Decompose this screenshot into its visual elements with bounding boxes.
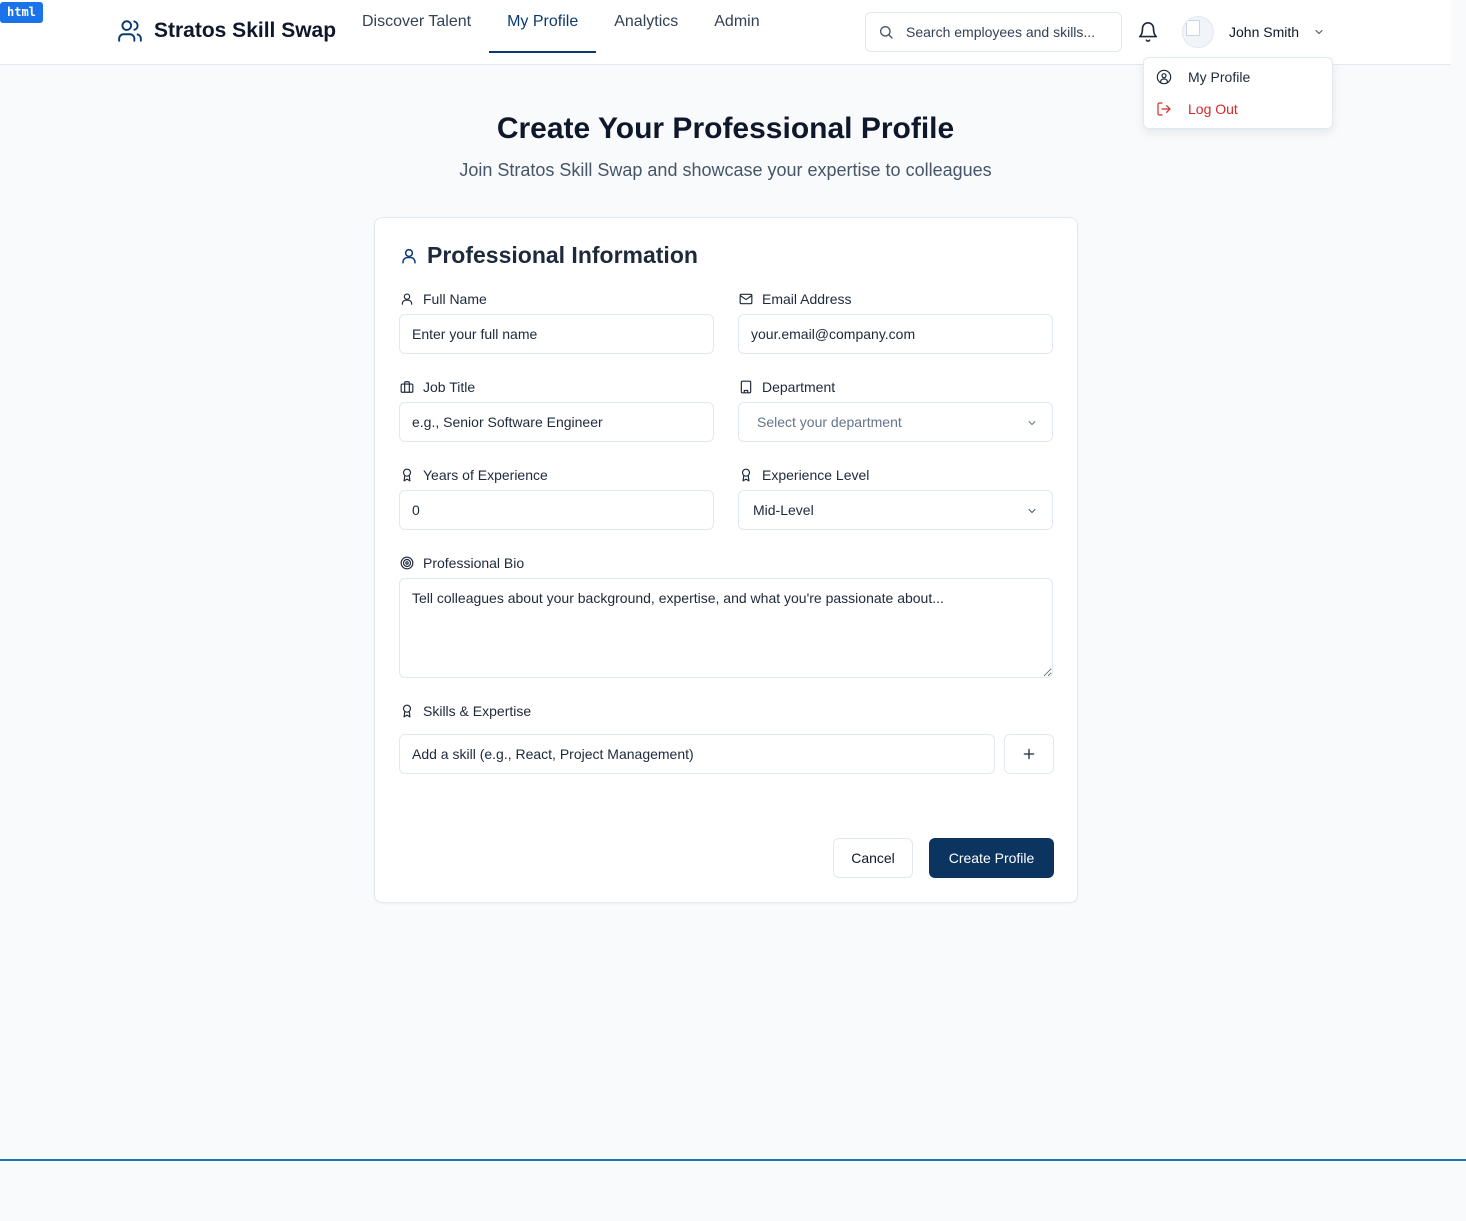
avatar[interactable] xyxy=(1182,16,1214,48)
search-input[interactable] xyxy=(906,24,1106,40)
level-label: Experience Level xyxy=(739,467,869,483)
award-icon xyxy=(402,468,412,482)
skill-input[interactable] xyxy=(399,734,995,774)
chevron-down-icon[interactable] xyxy=(1313,26,1325,38)
building-icon xyxy=(740,380,752,394)
log-out-icon xyxy=(1157,102,1171,116)
search-box xyxy=(865,12,1122,52)
job-title-label-text: Job Title xyxy=(423,379,476,395)
brand-name: Stratos Skill Swap xyxy=(154,19,337,42)
user-icon xyxy=(402,248,416,263)
top-header: Stratos Skill Swap Discover Talent My Pr… xyxy=(0,0,1451,65)
nav-my-profile[interactable]: My Profile xyxy=(489,0,597,53)
add-skill-button[interactable] xyxy=(1004,734,1054,774)
bell-icon[interactable] xyxy=(1137,21,1159,43)
chevron-down-icon xyxy=(1028,509,1036,513)
menu-label-my-profile: My Profile xyxy=(1188,69,1251,85)
email-field[interactable] xyxy=(738,314,1053,354)
page: Stratos Skill Swap Discover Talent My Pr… xyxy=(0,0,1466,1221)
cancel-button[interactable]: Cancel xyxy=(833,838,913,878)
department-select[interactable]: Select your department xyxy=(738,402,1053,442)
nav-admin[interactable]: Admin xyxy=(696,0,777,53)
department-placeholder: Select your department xyxy=(757,414,902,430)
chevron-down-icon xyxy=(1028,421,1036,425)
bottom-divider xyxy=(0,1159,1466,1161)
brand[interactable]: Stratos Skill Swap xyxy=(117,18,336,44)
skills-label-text: Skills & Expertise xyxy=(423,703,532,719)
main-nav: Discover Talent My Profile Analytics Adm… xyxy=(344,0,778,64)
briefcase-icon xyxy=(400,381,414,393)
plus-icon xyxy=(1023,748,1035,760)
user-menu: My Profile Log Out xyxy=(1143,57,1333,129)
search-icon xyxy=(880,26,893,39)
bio-label-text: Professional Bio xyxy=(423,555,525,571)
years-label-text: Years of Experience xyxy=(423,467,548,483)
job-title-input[interactable] xyxy=(399,402,714,442)
profile-form-card: Professional Information Full Name Email… xyxy=(374,217,1078,903)
bio-textarea[interactable] xyxy=(399,578,1053,678)
mail-icon xyxy=(739,293,753,305)
department-label-text: Department xyxy=(762,379,836,395)
years-experience-input[interactable] xyxy=(399,490,714,530)
award-icon xyxy=(741,468,751,482)
email-label-text: Email Address xyxy=(762,291,852,307)
html-tag-badge: html xyxy=(0,2,43,23)
award-icon xyxy=(402,704,412,718)
nav-analytics[interactable]: Analytics xyxy=(596,0,696,53)
email-label: Email Address xyxy=(739,291,851,307)
page-subtitle: Join Stratos Skill Swap and showcase you… xyxy=(459,160,992,180)
years-label: Years of Experience xyxy=(400,467,548,483)
user-name[interactable]: John Smith xyxy=(1229,24,1299,40)
job-title-label: Job Title xyxy=(400,379,475,395)
department-label: Department xyxy=(739,379,835,395)
full-name-label: Full Name xyxy=(400,291,487,307)
users-icon xyxy=(118,20,142,42)
section-header: Professional Information xyxy=(400,242,698,269)
full-name-label-text: Full Name xyxy=(423,291,487,307)
full-name-input[interactable] xyxy=(399,314,714,354)
experience-level-value: Mid-Level xyxy=(753,502,814,518)
menu-item-my-profile[interactable]: My Profile xyxy=(1156,69,1250,85)
bio-label: Professional Bio xyxy=(400,555,524,571)
create-profile-button[interactable]: Create Profile xyxy=(929,838,1054,878)
nav-discover-talent[interactable]: Discover Talent xyxy=(344,0,489,53)
level-label-text: Experience Level xyxy=(762,467,870,483)
menu-label-log-out: Log Out xyxy=(1188,101,1238,117)
skills-label: Skills & Expertise xyxy=(400,703,531,719)
experience-level-select[interactable]: Mid-Level xyxy=(738,490,1053,530)
menu-item-log-out[interactable]: Log Out xyxy=(1156,101,1238,117)
user-circle-icon xyxy=(1156,69,1172,85)
section-title: Professional Information xyxy=(427,242,698,268)
target-icon xyxy=(400,556,414,570)
user-icon xyxy=(401,293,413,305)
